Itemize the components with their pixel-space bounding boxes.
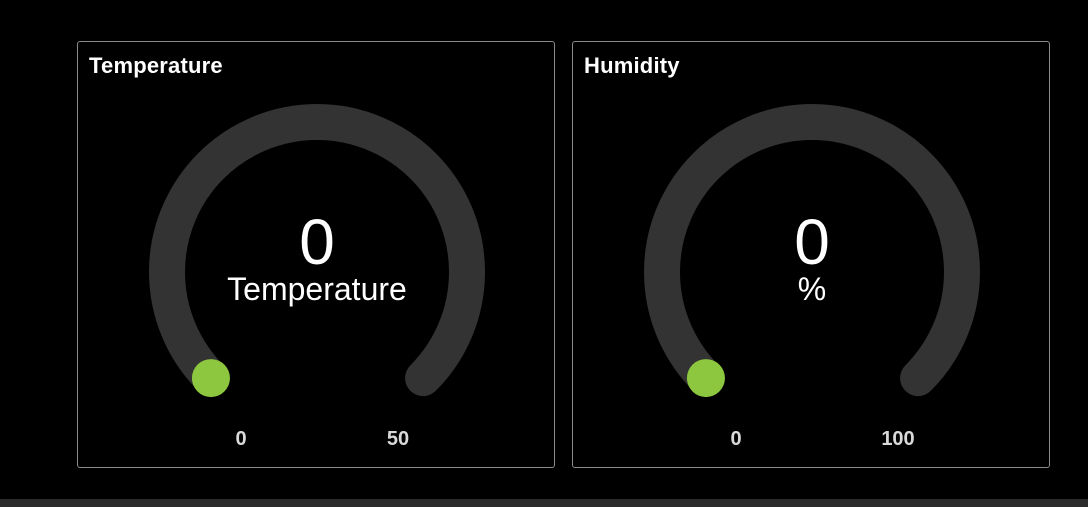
gauge-value: 0	[299, 206, 335, 278]
gauge-min-label: 0	[235, 428, 247, 450]
temperature-card: Temperature 0 Temperature 0 50	[77, 41, 555, 468]
gauge-indicator	[191, 359, 230, 398]
gauge-unit: %	[797, 271, 827, 307]
bottom-bar	[0, 499, 1088, 507]
dashboard: Temperature 0 Temperature 0 50 Humidity …	[0, 0, 1088, 507]
gauge-value: 0	[794, 206, 830, 278]
gauge-max-label: 50	[386, 428, 410, 450]
gauge-min-label: 0	[730, 428, 742, 450]
gauge-max-label: 100	[881, 428, 915, 450]
humidity-card: Humidity 0 % 0 100	[572, 41, 1050, 468]
gauge-indicator	[686, 359, 725, 398]
gauge-unit: Temperature	[227, 271, 407, 307]
